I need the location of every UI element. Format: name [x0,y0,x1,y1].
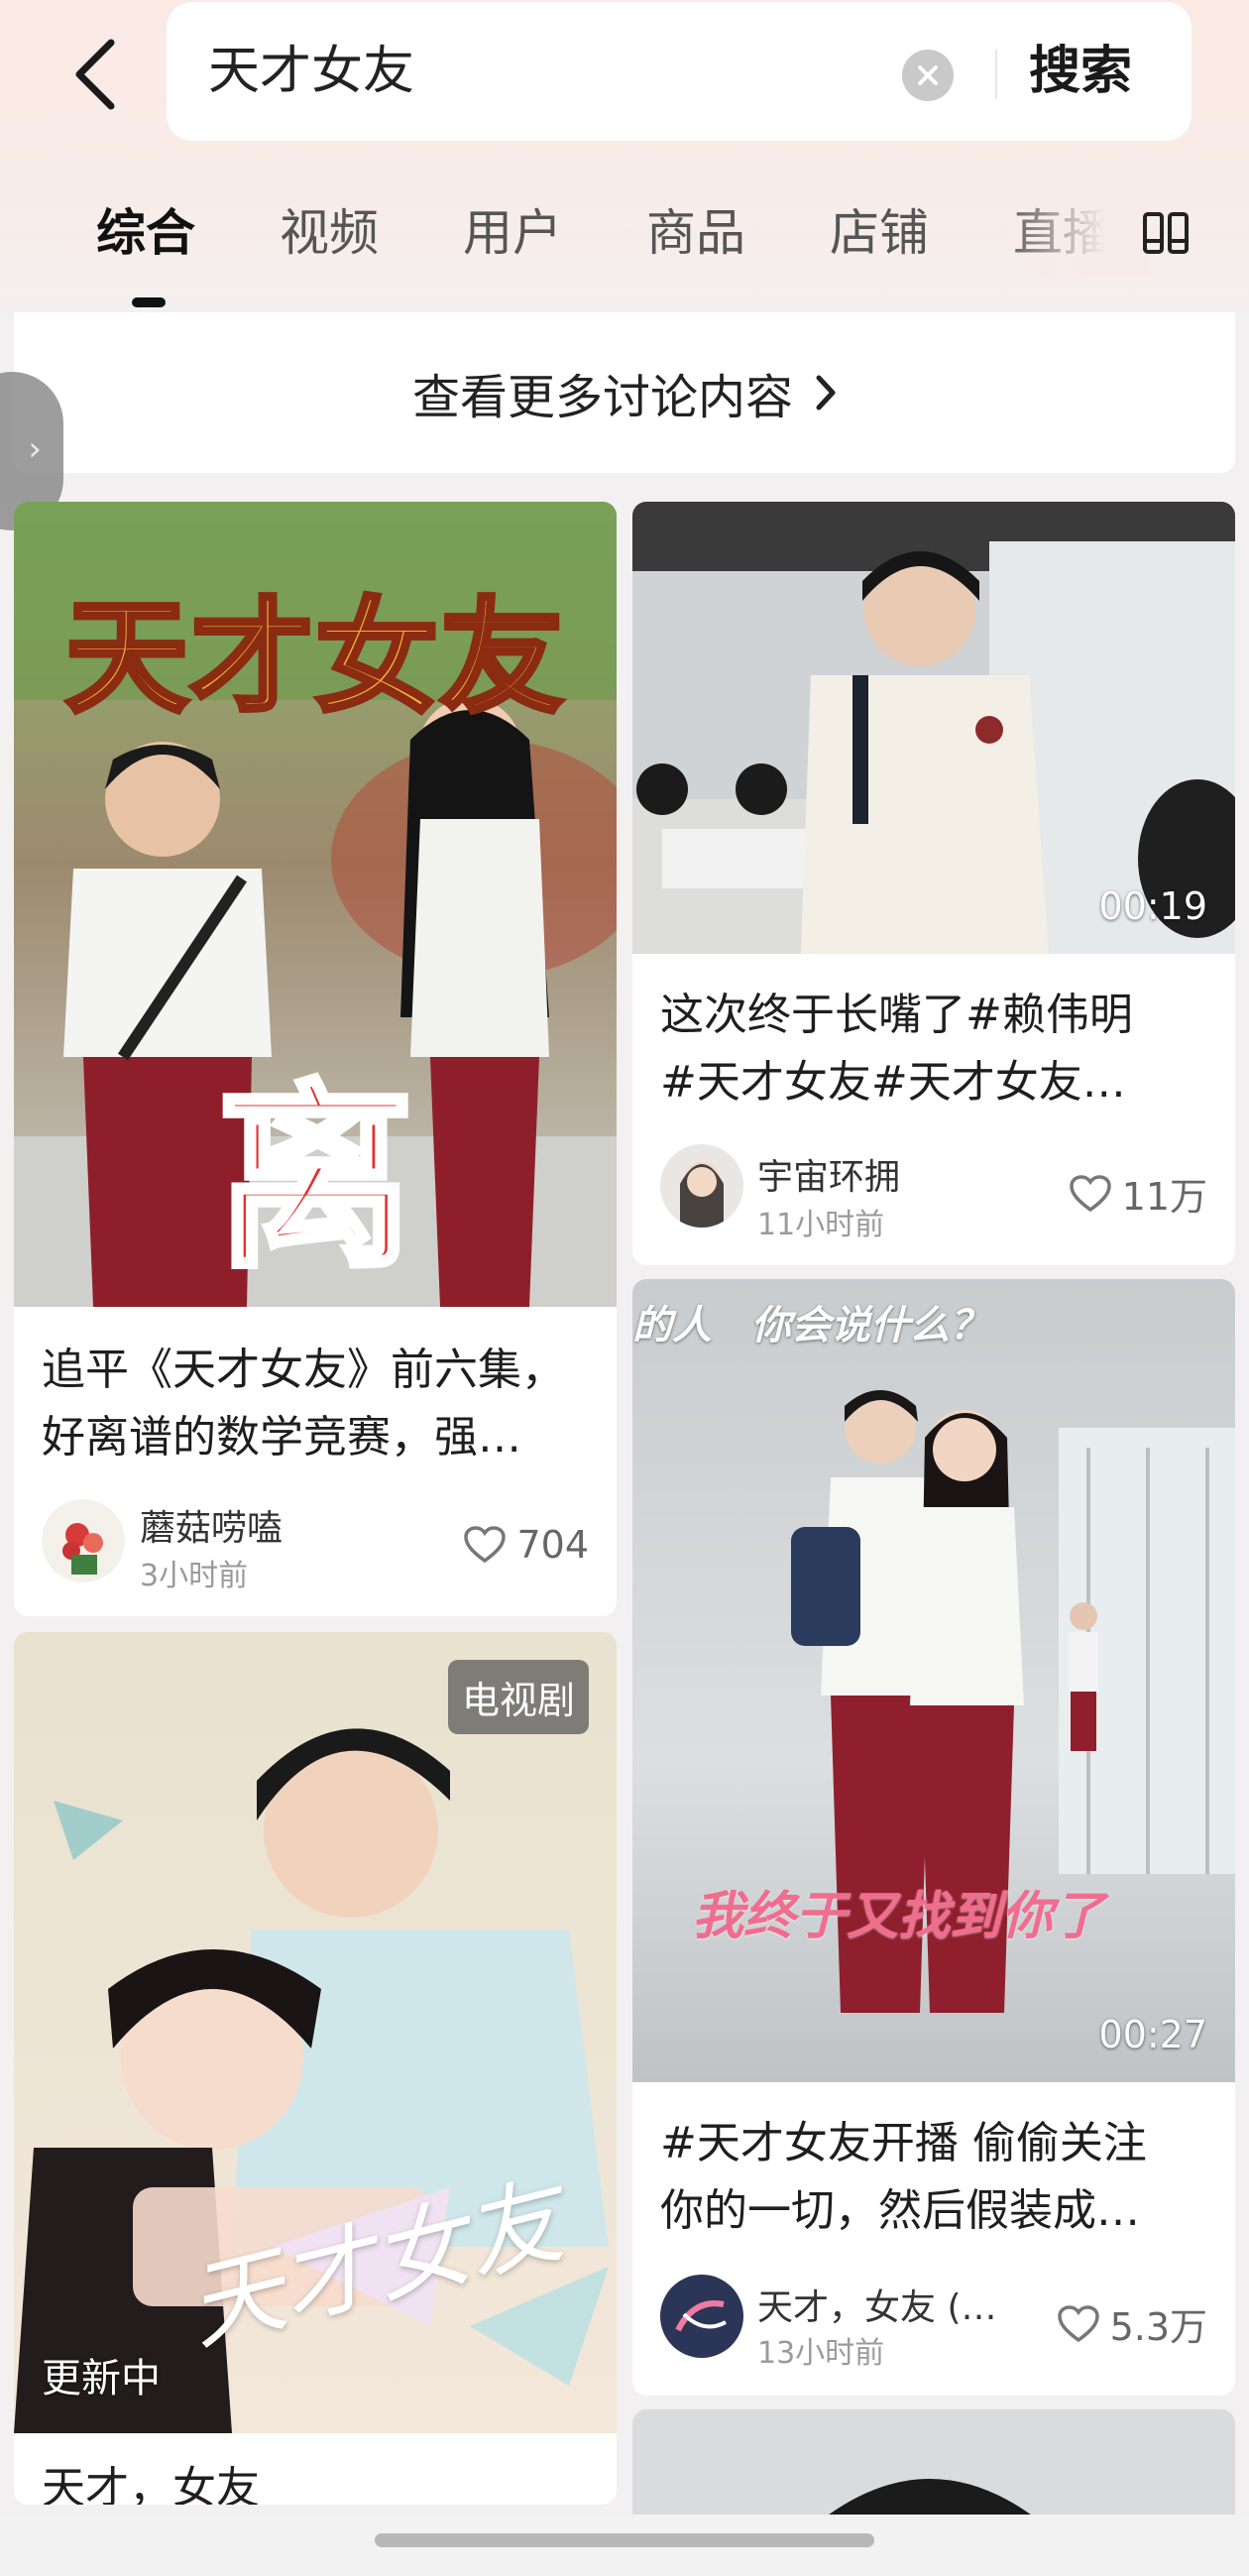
author-avatar-image [660,2275,743,2358]
card-title-line: 这次终于长嘴了#赖伟明 [660,990,1133,1040]
card-title-line: 好离谱的数学竞赛，强… [42,1412,521,1463]
author-name[interactable]: 天才，女友 (… [757,2279,997,2330]
active-tab-indicator [132,297,166,307]
card-title: #天才女友开播 偷偷关注 你的一切，然后假装成… [660,2110,1207,2245]
search-divider [995,50,997,99]
like-count-value: 11万 [1121,1175,1207,1219]
video-duration: 00:19 [1098,884,1207,928]
card-thumbnail [632,2409,1235,2528]
avatar[interactable] [660,2275,743,2358]
card-title-line: 追平《天才女友》前六集， [42,1345,565,1395]
cover-caption-top: 的人 你会说什么？ [632,1303,989,1348]
layout-toggle-button[interactable] [1136,203,1195,263]
author-name[interactable]: 蘑菇唠嗑 [140,1499,283,1551]
back-button[interactable] [59,30,129,119]
status-badge: 更新中 [42,2356,161,2401]
post-time: 3小时前 [140,1559,249,1593]
card-thumbnail: 天才女友 离谱 [14,502,617,1307]
more-discussion-link[interactable]: 查看更多讨论内容 [14,312,1235,473]
author-avatar-image [42,1499,125,1582]
tab-fade [1001,188,1150,278]
video-duration: 00:27 [1098,2013,1207,2056]
tab-stores[interactable]: 店铺 [830,188,929,278]
feed-card[interactable] [632,2409,1235,2528]
search-results-page: 天才女友 搜索 综合 视频 用户 商品 店铺 直播 查看更多讨论内容 › [0,0,1249,2576]
like-count[interactable]: 5.3万 [1057,2296,1207,2351]
post-time: 13小时前 [757,2336,885,2371]
like-count[interactable]: 11万 [1069,1166,1207,1221]
card-title-line: #天才女友#天才女友… [660,1057,1126,1108]
like-count-value: 704 [516,1523,589,1567]
cover-title-text: 天才女友 [62,585,565,733]
card-title: 这次终于长嘴了#赖伟明 #天才女友#天才女友… [660,982,1207,1116]
clear-search-button[interactable] [902,50,954,101]
author-name[interactable]: 宇宙环拥 [757,1148,900,1200]
tab-overall[interactable]: 综合 [96,188,195,278]
like-count[interactable]: 704 [463,1523,589,1567]
author-avatar-image [660,1144,743,1228]
post-time: 11小时前 [757,1208,885,1242]
card-thumbnail: 电视剧 天才女友 更新中 [14,1632,617,2433]
feed-card[interactable]: 00:19 这次终于长嘴了#赖伟明 #天才女友#天才女友… 宇宙环拥 11小时前… [632,502,1235,1265]
card-title-line: 天才，女友 [42,2463,260,2505]
tab-video[interactable]: 视频 [280,188,379,278]
search-box[interactable]: 天才女友 搜索 [167,2,1192,141]
more-discussion-label: 查看更多讨论内容 [411,370,793,425]
tab-products[interactable]: 商品 [646,188,745,278]
home-indicator[interactable] [375,2533,874,2547]
category-badge: 电视剧 [447,1660,589,1734]
feed-card[interactable]: 天才女友 离谱 追平《天才女友》前六集， 好离谱的数学竞赛，强… 蘑菇唠嗑 3小… [14,502,617,1616]
chevron-right-small-icon: › [28,429,42,469]
tab-users[interactable]: 用户 [463,188,562,278]
card-thumbnail: 00:19 [632,502,1235,954]
card-title: 天才，女友 [42,2455,589,2505]
back-arrow-icon [75,39,115,110]
cover-image [632,2409,1235,2528]
cover-caption: 我终于又找到你了 [692,1887,1105,1946]
close-icon [918,65,938,85]
search-button[interactable]: 搜索 [1029,2,1132,141]
card-title: 追平《天才女友》前六集， 好离谱的数学竞赛，强… [42,1337,589,1471]
feed-card[interactable]: 电视剧 天才女友 更新中 天才，女友 [14,1632,617,2505]
heart-icon [464,1526,507,1564]
card-title-line: 你的一切，然后假装成… [660,2185,1140,2236]
grid-layout-icon [1143,212,1189,254]
card-title-line: #天才女友开播 偷偷关注 [660,2118,1147,2168]
search-input[interactable]: 天才女友 [208,2,414,141]
cover-image [632,1279,1235,2082]
heart-icon [1057,2304,1099,2342]
feed-card[interactable]: 的人 你会说什么？ 我终于又找到你了 00:27 #天才女友开播 偷偷关注 你的… [632,1279,1235,2396]
card-thumbnail: 的人 你会说什么？ 我终于又找到你了 00:27 [632,1279,1235,2082]
avatar[interactable] [42,1499,125,1582]
cover-bottom-text: 离谱 [213,1061,583,1298]
avatar[interactable] [660,1144,743,1228]
like-count-value: 5.3万 [1109,2305,1207,2349]
heart-icon [1069,1174,1111,1212]
chevron-right-icon [816,375,836,410]
